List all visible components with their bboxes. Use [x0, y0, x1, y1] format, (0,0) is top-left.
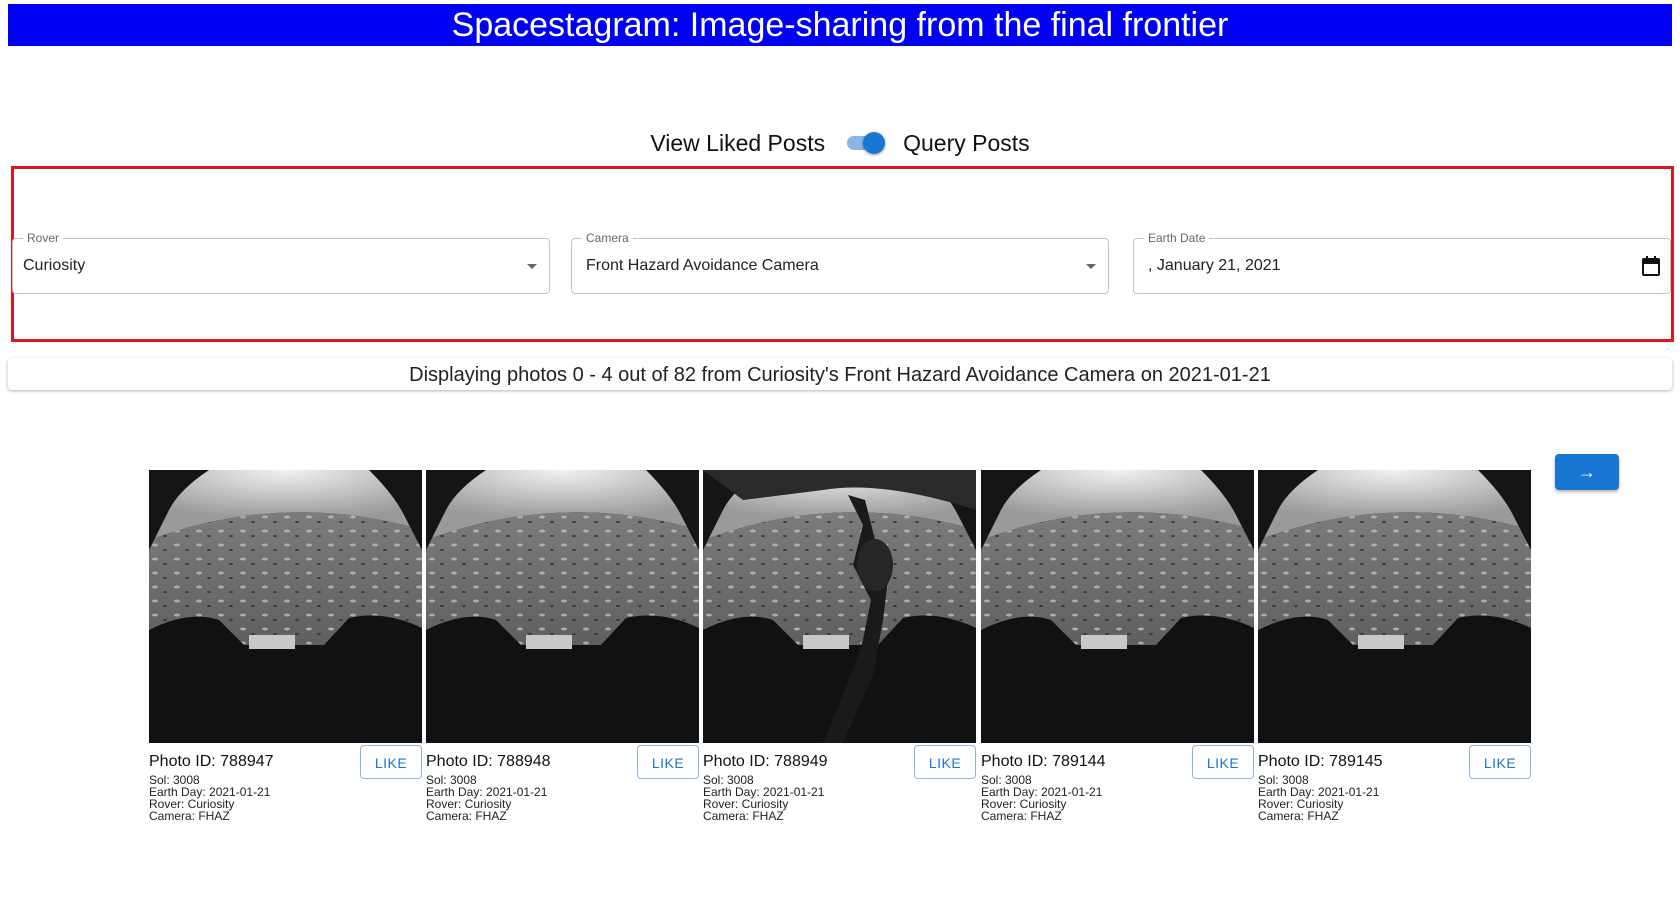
photo-camera: Camera: FHAZ [1258, 809, 1339, 823]
rover-select[interactable]: Rover Curiosity [12, 230, 550, 294]
chevron-down-icon [527, 264, 537, 269]
earth-date-input[interactable]: Earth Date , January 21, 2021 [1133, 230, 1671, 294]
chevron-down-icon [1086, 264, 1096, 269]
earth-date-value: , January 21, 2021 [1148, 257, 1281, 274]
switch-thumb[interactable] [863, 132, 886, 154]
app-title-banner: Spacestagram: Image-sharing from the fin… [8, 4, 1672, 46]
next-page-button[interactable]: → [1555, 454, 1619, 490]
rover-select-value: Curiosity [23, 257, 86, 274]
rover-photo [1258, 470, 1531, 743]
photo-camera: Camera: FHAZ [149, 809, 230, 823]
photo-card: Photo ID: 789145 LIKE Sol: 3008 Earth Da… [1258, 470, 1531, 830]
photo-metadata: Sol: 3008 Earth Day: 2021-01-21 Rover: C… [149, 774, 270, 822]
camera-select-value: Front Hazard Avoidance Camera [586, 257, 819, 274]
like-button[interactable]: LIKE [1469, 745, 1531, 779]
rover-photo [981, 470, 1254, 743]
photo-metadata: Sol: 3008 Earth Day: 2021-01-21 Rover: C… [1258, 774, 1379, 822]
results-summary: Displaying photos 0 - 4 out of 82 from C… [8, 358, 1672, 390]
like-button[interactable]: LIKE [637, 745, 699, 779]
rover-photo [149, 470, 422, 743]
rover-photo [426, 470, 699, 743]
photo-camera: Camera: FHAZ [981, 809, 1062, 823]
photo-card: Photo ID: 789144 LIKE Sol: 3008 Earth Da… [981, 470, 1254, 830]
photo-metadata: Sol: 3008 Earth Day: 2021-01-21 Rover: C… [981, 774, 1102, 822]
photo-id: Photo ID: 789144 [981, 753, 1106, 770]
photo-metadata: Sol: 3008 Earth Day: 2021-01-21 Rover: C… [426, 774, 547, 822]
photo-id: Photo ID: 789145 [1258, 753, 1383, 770]
photo-id: Photo ID: 788949 [703, 753, 828, 770]
query-posts-label: Query Posts [903, 129, 1030, 156]
photo-card: Photo ID: 788948 LIKE Sol: 3008 Earth Da… [426, 470, 699, 830]
photo-camera: Camera: FHAZ [703, 809, 784, 823]
photo-card: Photo ID: 788947 LIKE Sol: 3008 Earth Da… [149, 470, 422, 830]
photo-card: Photo ID: 788949 LIKE Sol: 3008 Earth Da… [703, 470, 976, 830]
calendar-icon[interactable] [1642, 256, 1660, 276]
like-button[interactable]: LIKE [914, 745, 976, 779]
view-liked-posts-label: View Liked Posts [650, 129, 826, 156]
photo-metadata: Sol: 3008 Earth Day: 2021-01-21 Rover: C… [703, 774, 824, 822]
view-toggle-row: View Liked Posts Query Posts [0, 123, 1680, 163]
camera-select[interactable]: Camera Front Hazard Avoidance Camera [571, 230, 1109, 294]
photo-camera: Camera: FHAZ [426, 809, 507, 823]
photo-id: Photo ID: 788947 [149, 753, 274, 770]
like-button[interactable]: LIKE [1192, 745, 1254, 779]
photo-id: Photo ID: 788948 [426, 753, 551, 770]
rover-photo [703, 470, 976, 743]
view-mode-switch[interactable] [845, 131, 886, 155]
like-button[interactable]: LIKE [360, 745, 422, 779]
